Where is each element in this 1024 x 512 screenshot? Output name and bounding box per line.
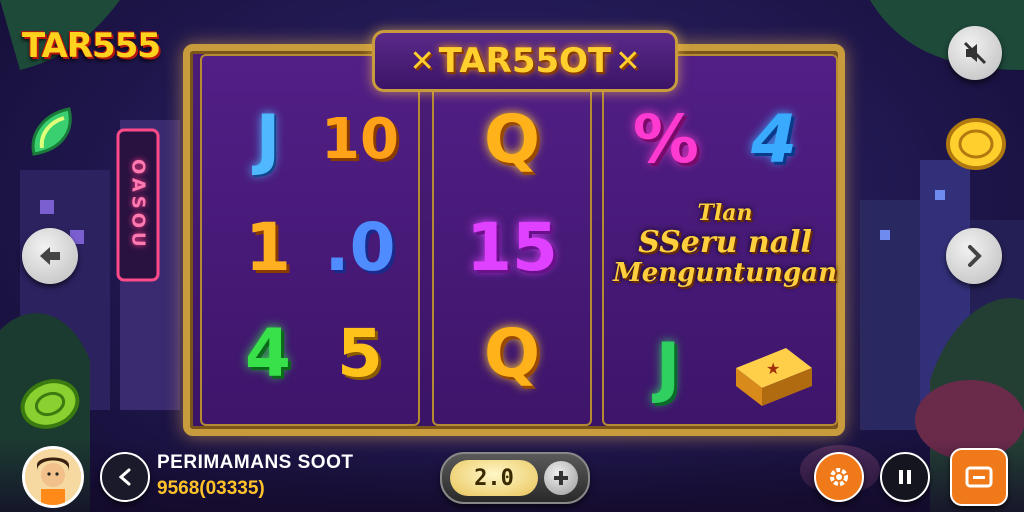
symbol-5: 5 bbox=[337, 315, 383, 392]
gold-coin-icon bbox=[946, 118, 1006, 170]
bet-control: 2.0 bbox=[440, 452, 590, 504]
symbol-dot-0: .0 bbox=[324, 209, 396, 286]
menu-icon bbox=[965, 466, 993, 488]
avatar-icon bbox=[25, 449, 81, 505]
bet-plus-button[interactable] bbox=[544, 461, 578, 495]
green-coin-icon bbox=[20, 379, 80, 429]
symbol-4-blue: 4 bbox=[751, 101, 797, 178]
x-ornament-icon: ✕ bbox=[409, 43, 435, 79]
chevron-right-icon bbox=[968, 245, 982, 267]
symbol-1: 1 bbox=[245, 209, 291, 286]
neon-sign: OASOU bbox=[124, 140, 152, 270]
svg-text:★: ★ bbox=[766, 359, 780, 378]
symbol-j-green: J bbox=[655, 329, 681, 406]
next-button[interactable] bbox=[946, 228, 1002, 284]
title-banner: ✕ TAR55OT ✕ bbox=[372, 30, 678, 92]
game-name: PERIMAMANS SOOT bbox=[157, 452, 354, 473]
back-button[interactable] bbox=[22, 228, 78, 284]
symbol-15: 15 bbox=[466, 209, 558, 286]
mute-button[interactable] bbox=[948, 26, 1002, 80]
treasure-block-icon: ★ bbox=[736, 348, 812, 406]
x-ornament-icon: ✕ bbox=[615, 43, 641, 79]
mute-icon bbox=[963, 41, 987, 65]
game-title: TAR55OT bbox=[438, 41, 612, 81]
promo-line-2: SSeru nall bbox=[638, 225, 812, 260]
symbol-q-2: Q bbox=[483, 315, 541, 392]
symbol-4-green: 4 bbox=[245, 315, 291, 392]
symbol-percent: % bbox=[632, 101, 700, 178]
brand-logo: TAR555 bbox=[22, 26, 161, 66]
settings-button[interactable] bbox=[814, 452, 864, 502]
pause-icon bbox=[899, 470, 911, 484]
gem-icon bbox=[31, 107, 72, 156]
symbol-j: J bbox=[255, 101, 281, 178]
menu-button[interactable] bbox=[950, 448, 1008, 506]
back-arrow-icon bbox=[40, 247, 60, 265]
plus-icon bbox=[554, 471, 568, 485]
share-button[interactable] bbox=[100, 452, 150, 502]
pause-button[interactable] bbox=[880, 452, 930, 502]
bet-value: 2.0 bbox=[450, 460, 538, 496]
promo-line-1: Tlan bbox=[697, 200, 753, 226]
neon-sign-text: OASOU bbox=[127, 159, 149, 251]
symbol-q: Q bbox=[483, 101, 541, 178]
promo-banner: Tlan SSeru nall Menguntungan bbox=[610, 200, 840, 288]
game-balance: 9568(03335) bbox=[157, 478, 265, 499]
player-avatar[interactable] bbox=[22, 446, 84, 508]
gear-icon bbox=[830, 468, 848, 486]
share-icon bbox=[118, 468, 131, 486]
symbol-10: 10 bbox=[321, 107, 399, 172]
promo-line-3: Menguntungan bbox=[613, 258, 837, 288]
